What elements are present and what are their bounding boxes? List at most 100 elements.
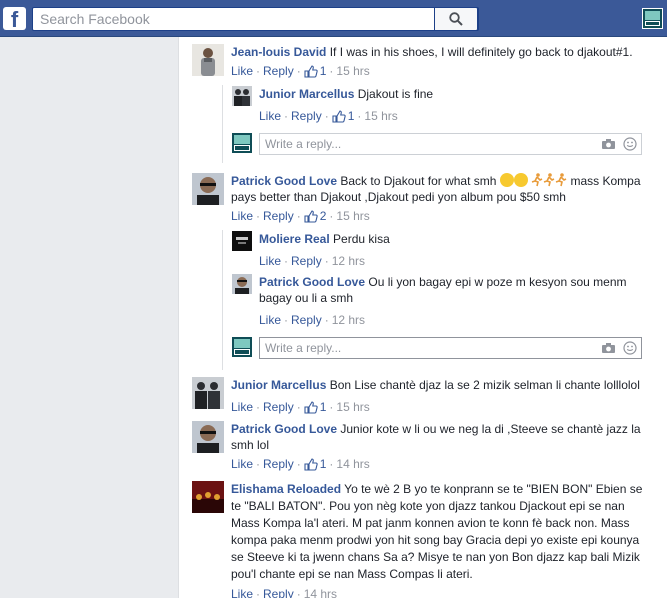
reply-link[interactable]: Reply bbox=[291, 108, 322, 124]
like-link[interactable]: Like bbox=[231, 399, 253, 415]
avatar[interactable] bbox=[192, 173, 224, 205]
emoji-icon[interactable] bbox=[619, 341, 641, 355]
thumbs-up-icon bbox=[304, 64, 318, 78]
like-count[interactable]: 1 bbox=[304, 63, 327, 79]
like-count[interactable]: 1 bbox=[304, 456, 327, 472]
like-link[interactable]: Like bbox=[231, 208, 253, 224]
like-link[interactable]: Like bbox=[259, 253, 281, 269]
comment-author[interactable]: Elishama Reloaded bbox=[231, 482, 341, 496]
runner-emoji-icon bbox=[555, 173, 567, 187]
avatar[interactable] bbox=[232, 86, 252, 106]
comment-actions: Like · Reply · 2 · 15 hrs bbox=[231, 208, 370, 224]
comment: Jean-louis David If I was in his shoes, … bbox=[192, 44, 662, 79]
left-sidebar bbox=[0, 37, 178, 598]
reply-input[interactable] bbox=[260, 339, 597, 357]
like-link[interactable]: Like bbox=[231, 586, 253, 598]
emoji-icon[interactable] bbox=[619, 137, 641, 151]
comment-actions: Like · Reply · 14 hrs bbox=[231, 586, 649, 598]
comment-actions: Like · Reply · 12 hrs bbox=[259, 312, 366, 328]
comment-author[interactable]: Junior Marcellus bbox=[231, 378, 326, 392]
comment-actions: Like · Reply · 12 hrs bbox=[259, 253, 366, 269]
comment: Patrick Good Love Back to Djakout for wh… bbox=[192, 173, 662, 224]
profile-avatar[interactable] bbox=[642, 8, 663, 29]
logo-glyph: f bbox=[10, 7, 19, 30]
laughing-emoji-icon bbox=[499, 173, 514, 187]
comment-text: Yo te wè 2 B yo te konprann se te "BIEN … bbox=[231, 482, 643, 581]
comment-text: Perdu kisa bbox=[333, 232, 390, 246]
comment: Elishama Reloaded Yo te wè 2 B yo te kon… bbox=[192, 481, 662, 598]
camera-icon[interactable] bbox=[597, 342, 619, 354]
avatar[interactable] bbox=[192, 377, 224, 409]
reply-link[interactable]: Reply bbox=[263, 63, 294, 79]
comment-actions: Like · Reply · 1 · 15 hrs bbox=[231, 63, 370, 79]
like-number: 2 bbox=[319, 209, 327, 223]
comment-actions: Like · Reply · 1 · 14 hrs bbox=[231, 456, 370, 472]
timestamp[interactable]: 14 hrs bbox=[336, 456, 369, 472]
like-number: 1 bbox=[319, 457, 327, 471]
comment-author[interactable]: Moliere Real bbox=[259, 232, 330, 246]
reply-link[interactable]: Reply bbox=[263, 456, 294, 472]
runner-emoji-icon bbox=[543, 173, 555, 187]
comments-panel: Jean-louis David If I was in his shoes, … bbox=[178, 37, 667, 598]
reply-link[interactable]: Reply bbox=[263, 586, 294, 598]
search-box bbox=[32, 7, 479, 31]
like-link[interactable]: Like bbox=[259, 312, 281, 328]
comment-author[interactable]: Jean-louis David bbox=[231, 45, 326, 59]
facebook-logo-icon[interactable]: f bbox=[3, 7, 26, 30]
comment-author[interactable]: Junior Marcellus bbox=[259, 87, 354, 101]
like-number: 1 bbox=[347, 109, 355, 123]
avatar[interactable] bbox=[192, 481, 224, 513]
timestamp[interactable]: 15 hrs bbox=[336, 208, 369, 224]
reply-link[interactable]: Reply bbox=[263, 208, 294, 224]
avatar[interactable] bbox=[192, 44, 224, 76]
timestamp[interactable]: 15 hrs bbox=[336, 399, 369, 415]
comment-text: If I was in his shoes, I will definitely… bbox=[329, 45, 633, 59]
timestamp[interactable]: 14 hrs bbox=[304, 586, 337, 598]
avatar[interactable] bbox=[192, 421, 224, 453]
reply-link[interactable]: Reply bbox=[291, 312, 322, 328]
my-avatar bbox=[232, 337, 252, 357]
reply-link[interactable]: Reply bbox=[291, 253, 322, 269]
comment-actions: Like · Reply · 1 · 15 hrs bbox=[231, 399, 370, 415]
comment: Patrick Good Love Junior kote w li ou we… bbox=[192, 421, 662, 472]
comment-text: Bon Lise chantè djaz la se 2 mizik selma… bbox=[329, 378, 640, 392]
like-link[interactable]: Like bbox=[231, 456, 253, 472]
thumbs-up-icon bbox=[304, 400, 318, 414]
camera-icon[interactable] bbox=[597, 138, 619, 150]
reply-thread-line bbox=[222, 85, 223, 163]
laughing-emoji-icon bbox=[513, 173, 528, 187]
timestamp[interactable]: 15 hrs bbox=[364, 108, 397, 124]
like-count[interactable]: 1 bbox=[304, 399, 327, 415]
like-count[interactable]: 2 bbox=[304, 208, 327, 224]
like-link[interactable]: Like bbox=[259, 108, 281, 124]
thumbs-up-icon bbox=[304, 457, 318, 471]
timestamp[interactable]: 12 hrs bbox=[332, 253, 365, 269]
timestamp[interactable]: 15 hrs bbox=[336, 63, 369, 79]
reply-comment: Junior Marcellus Djakout is fine Like · R… bbox=[232, 86, 652, 124]
comment-author[interactable]: Patrick Good Love bbox=[231, 174, 337, 188]
reply-box bbox=[259, 133, 642, 155]
search-button[interactable] bbox=[434, 7, 478, 31]
like-number: 1 bbox=[319, 400, 327, 414]
comment-text: Djakout is fine bbox=[357, 87, 434, 101]
my-avatar bbox=[232, 133, 252, 153]
avatar[interactable] bbox=[232, 231, 252, 251]
reply-link[interactable]: Reply bbox=[263, 399, 294, 415]
comment-author[interactable]: Patrick Good Love bbox=[259, 275, 365, 289]
reply-input[interactable] bbox=[260, 135, 597, 153]
thumbs-up-icon bbox=[304, 209, 318, 223]
like-link[interactable]: Like bbox=[231, 63, 253, 79]
comment-text: mass bbox=[570, 174, 600, 188]
avatar[interactable] bbox=[232, 274, 252, 294]
reply-comment: Moliere Real Perdu kisa Like · Reply · 12 … bbox=[232, 231, 652, 269]
search-input[interactable] bbox=[33, 8, 433, 30]
reply-box bbox=[259, 337, 642, 359]
search-icon bbox=[449, 12, 463, 26]
comment-actions: Like · Reply · 1 · 15 hrs bbox=[259, 108, 398, 124]
reply-thread-line bbox=[222, 230, 223, 370]
timestamp[interactable]: 12 hrs bbox=[332, 312, 365, 328]
reply-comment: Patrick Good Love Ou li yon bagay epi w … bbox=[232, 274, 652, 328]
comment-author[interactable]: Patrick Good Love bbox=[231, 422, 337, 436]
like-number: 1 bbox=[319, 64, 327, 78]
like-count[interactable]: 1 bbox=[332, 108, 355, 124]
